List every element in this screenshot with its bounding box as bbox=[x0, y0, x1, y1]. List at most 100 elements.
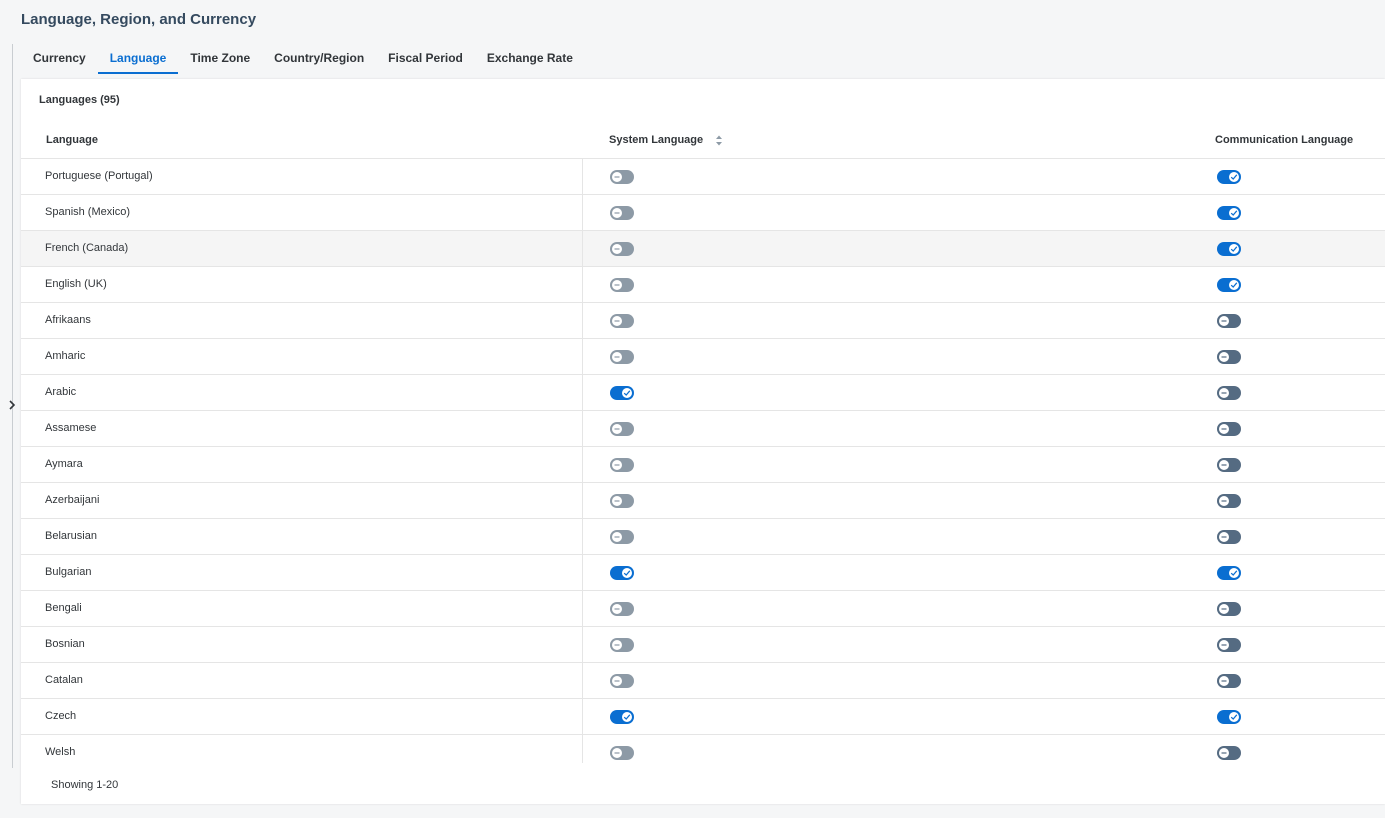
system-language-switch[interactable] bbox=[610, 350, 634, 364]
minus-icon bbox=[614, 212, 620, 214]
system-language-switch[interactable] bbox=[610, 566, 634, 580]
communication-language-switch[interactable] bbox=[1217, 386, 1241, 400]
language-name: Amharic bbox=[45, 350, 86, 362]
system-language-switch[interactable] bbox=[610, 170, 634, 184]
switch-knob bbox=[1229, 208, 1239, 218]
system-language-switch[interactable] bbox=[610, 386, 634, 400]
table-row[interactable]: Bengali bbox=[21, 591, 1385, 627]
minus-icon bbox=[614, 680, 620, 682]
switch-knob bbox=[1219, 496, 1229, 506]
column-divider bbox=[582, 375, 583, 410]
table-row[interactable]: Bulgarian bbox=[21, 555, 1385, 591]
minus-icon bbox=[1221, 500, 1227, 502]
system-language-switch[interactable] bbox=[610, 314, 634, 328]
switch-knob bbox=[612, 352, 622, 362]
communication-language-switch[interactable] bbox=[1217, 422, 1241, 436]
minus-icon bbox=[614, 536, 620, 538]
system-language-switch[interactable] bbox=[610, 746, 634, 760]
system-language-switch[interactable] bbox=[610, 422, 634, 436]
system-language-switch[interactable] bbox=[610, 278, 634, 292]
language-name: Belarusian bbox=[45, 530, 97, 542]
switch-knob bbox=[612, 604, 622, 614]
expand-side-panel-button[interactable] bbox=[4, 397, 20, 413]
system-language-switch[interactable] bbox=[610, 530, 634, 544]
communication-language-switch[interactable] bbox=[1217, 710, 1241, 724]
sort-icon[interactable] bbox=[715, 135, 723, 146]
communication-language-switch[interactable] bbox=[1217, 530, 1241, 544]
switch-knob bbox=[622, 388, 632, 398]
table-row[interactable]: Catalan bbox=[21, 663, 1385, 699]
communication-language-switch[interactable] bbox=[1217, 242, 1241, 256]
minus-icon bbox=[614, 320, 620, 322]
system-language-switch[interactable] bbox=[610, 638, 634, 652]
switch-knob bbox=[1229, 712, 1239, 722]
communication-language-switch[interactable] bbox=[1217, 350, 1241, 364]
checkmark-icon bbox=[1230, 174, 1238, 180]
table-row[interactable]: Azerbaijani bbox=[21, 483, 1385, 519]
tab-fiscal-period[interactable]: Fiscal Period bbox=[376, 44, 475, 74]
column-header-system-language[interactable]: System Language bbox=[609, 134, 723, 146]
minus-icon bbox=[614, 284, 620, 286]
switch-knob bbox=[612, 316, 622, 326]
system-language-switch[interactable] bbox=[610, 710, 634, 724]
table-row[interactable]: Afrikaans bbox=[21, 303, 1385, 339]
language-name: Spanish (Mexico) bbox=[45, 206, 130, 218]
communication-language-switch[interactable] bbox=[1217, 458, 1241, 472]
communication-language-switch[interactable] bbox=[1217, 566, 1241, 580]
communication-language-switch[interactable] bbox=[1217, 746, 1241, 760]
language-name: Bengali bbox=[45, 602, 82, 614]
communication-language-switch[interactable] bbox=[1217, 206, 1241, 220]
system-language-switch[interactable] bbox=[610, 602, 634, 616]
column-divider bbox=[582, 555, 583, 590]
system-language-switch[interactable] bbox=[610, 206, 634, 220]
tab-time-zone[interactable]: Time Zone bbox=[178, 44, 262, 74]
tab-currency[interactable]: Currency bbox=[21, 44, 98, 74]
tab-bar: Currency Language Time Zone Country/Regi… bbox=[21, 44, 585, 74]
communication-language-switch[interactable] bbox=[1217, 314, 1241, 328]
system-language-switch[interactable] bbox=[610, 458, 634, 472]
communication-language-switch[interactable] bbox=[1217, 278, 1241, 292]
table-row[interactable]: Portuguese (Portugal) bbox=[21, 159, 1385, 195]
communication-language-switch[interactable] bbox=[1217, 170, 1241, 184]
language-name: Arabic bbox=[45, 386, 77, 398]
language-name: Portuguese (Portugal) bbox=[45, 170, 153, 182]
column-divider bbox=[582, 699, 583, 734]
system-language-switch[interactable] bbox=[610, 674, 634, 688]
table-row[interactable]: Czech bbox=[21, 699, 1385, 735]
table-row[interactable]: French (Canada) bbox=[21, 231, 1385, 267]
checkmark-icon bbox=[1230, 570, 1238, 576]
communication-language-switch[interactable] bbox=[1217, 674, 1241, 688]
chevron-right-icon bbox=[9, 400, 16, 410]
system-language-switch[interactable] bbox=[610, 494, 634, 508]
table-row[interactable]: Belarusian bbox=[21, 519, 1385, 555]
tab-exchange-rate[interactable]: Exchange Rate bbox=[475, 44, 585, 74]
minus-icon bbox=[614, 500, 620, 502]
minus-icon bbox=[614, 176, 620, 178]
table-row[interactable]: Arabic bbox=[21, 375, 1385, 411]
communication-language-switch[interactable] bbox=[1217, 638, 1241, 652]
switch-knob bbox=[1219, 748, 1229, 758]
communication-language-switch[interactable] bbox=[1217, 602, 1241, 616]
table-row[interactable]: Aymara bbox=[21, 447, 1385, 483]
communication-language-switch[interactable] bbox=[1217, 494, 1241, 508]
table-row[interactable]: Spanish (Mexico) bbox=[21, 195, 1385, 231]
switch-knob bbox=[612, 208, 622, 218]
table-row[interactable]: Welsh bbox=[21, 735, 1385, 763]
minus-icon bbox=[614, 608, 620, 610]
minus-icon bbox=[1221, 356, 1227, 358]
language-name: Czech bbox=[45, 710, 77, 722]
table-row[interactable]: Assamese bbox=[21, 411, 1385, 447]
table-row[interactable]: Amharic bbox=[21, 339, 1385, 375]
tab-country-region[interactable]: Country/Region bbox=[262, 44, 376, 74]
switch-knob bbox=[1219, 388, 1229, 398]
checkmark-icon bbox=[623, 390, 631, 396]
checkmark-icon bbox=[1230, 714, 1238, 720]
minus-icon bbox=[1221, 320, 1227, 322]
tab-language[interactable]: Language bbox=[97, 44, 179, 74]
language-name: Aymara bbox=[45, 458, 83, 470]
table-row[interactable]: Bosnian bbox=[21, 627, 1385, 663]
switch-knob bbox=[1229, 172, 1239, 182]
system-language-switch[interactable] bbox=[610, 242, 634, 256]
table-row[interactable]: English (UK) bbox=[21, 267, 1385, 303]
minus-icon bbox=[614, 464, 620, 466]
